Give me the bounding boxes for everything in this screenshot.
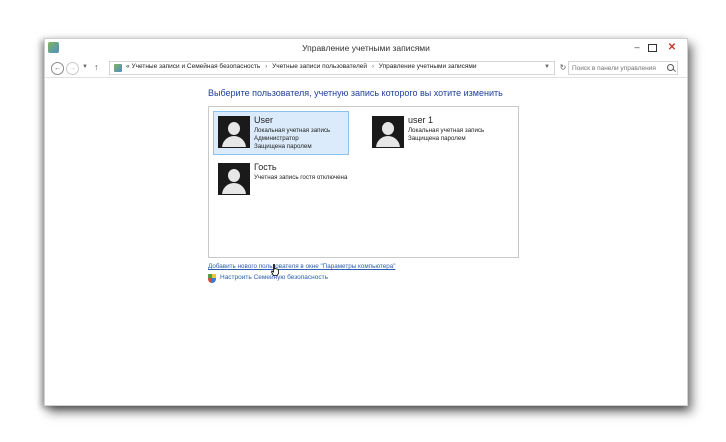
user-avatar-icon	[218, 116, 250, 148]
close-button[interactable]: ✕	[664, 41, 680, 54]
back-button[interactable]: ←	[51, 62, 64, 75]
search-input[interactable]	[572, 62, 660, 74]
accounts-list: User Локальная учетная запись Администра…	[208, 106, 519, 258]
recent-locations-dropdown-icon[interactable]: ▼	[82, 64, 88, 70]
up-button[interactable]: ↑	[94, 62, 99, 72]
account-detail: Учетная запись гостя отключена	[254, 174, 348, 181]
account-detail: Защищена паролем	[254, 143, 312, 150]
breadcrumb-item-family-safety[interactable]: Учетные записи и Семейная безопасность	[131, 63, 260, 70]
control-panel-small-icon	[114, 64, 122, 72]
account-detail: Локальная учетная запись	[408, 127, 485, 134]
main-content: Выберите пользователя, учетную запись ко…	[45, 77, 687, 405]
account-detail: Защищена паролем	[408, 135, 466, 142]
breadcrumb-separator[interactable]: ›	[372, 63, 374, 70]
forward-button[interactable]: →	[66, 62, 79, 75]
account-name: user 1	[408, 115, 434, 125]
shield-icon	[208, 274, 216, 283]
minimize-button[interactable]: –	[629, 41, 645, 54]
breadcrumb-item-manage-accounts[interactable]: Управление учетными записями	[379, 63, 477, 70]
breadcrumb[interactable]: « Учетные записи и Семейная безопасность…	[109, 61, 555, 75]
page-title: Выберите пользователя, учетную запись ко…	[208, 88, 503, 98]
search-icon[interactable]	[667, 64, 674, 71]
breadcrumb-prefix[interactable]: «	[126, 63, 130, 70]
maximize-button[interactable]	[644, 41, 660, 54]
account-detail: Локальная учетная запись	[254, 127, 331, 134]
title-bar: Управление учетными записями – ✕	[45, 39, 687, 59]
account-tile-user[interactable]: User Локальная учетная запись Администра…	[213, 111, 349, 155]
account-name: Гость	[254, 162, 277, 172]
search-box[interactable]	[568, 61, 678, 75]
address-bar: ← → ▼ ↑ « Учетные записи и Семейная безо…	[45, 59, 687, 78]
maximize-icon	[647, 44, 657, 52]
breadcrumb-separator[interactable]: ›	[265, 63, 267, 70]
hand-cursor-icon	[271, 264, 279, 276]
breadcrumb-item-user-accounts[interactable]: Учетные записи пользователей	[272, 63, 367, 70]
account-tile-guest[interactable]: Гость Учетная запись гостя отключена	[214, 159, 354, 201]
account-detail: Администратор	[254, 135, 299, 142]
account-tile-user1[interactable]: user 1 Локальная учетная запись Защищена…	[368, 112, 508, 154]
control-panel-window: Управление учетными записями – ✕ ← → ▼ ↑…	[44, 38, 688, 406]
add-user-link[interactable]: Добавить нового пользователя в окне "Пар…	[208, 263, 396, 270]
breadcrumb-items: « Учетные записи и Семейная безопасность…	[126, 63, 477, 70]
window-title: Управление учетными записями	[302, 43, 430, 53]
chevron-down-icon[interactable]: ▼	[544, 64, 550, 70]
user-avatar-icon	[372, 116, 404, 148]
guest-avatar-icon	[218, 163, 250, 195]
account-name: User	[254, 115, 274, 125]
